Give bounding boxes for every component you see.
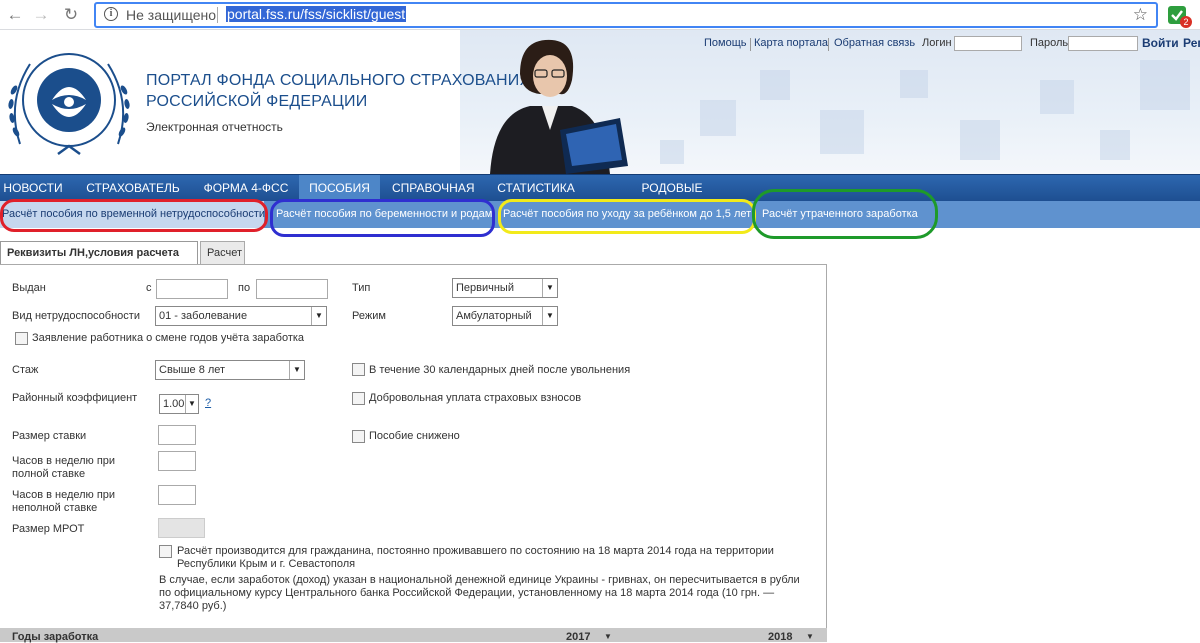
voluntary-checkbox[interactable] (352, 392, 365, 405)
site-header: ПОРТАЛ ФОНДА СОЦИАЛЬНОГО СТРАХОВАНИЯ РОС… (0, 30, 1200, 174)
chevron-down-icon: ▼ (185, 395, 198, 413)
star-bookmark-icon[interactable]: ☆ (1133, 5, 1148, 25)
voluntary-label: Добровольная уплата страховых взносов (369, 392, 582, 404)
portal-title-line1: ПОРТАЛ ФОНДА СОЦИАЛЬНОГО СТРАХОВАНИЯ (146, 72, 532, 89)
chevron-down-icon: ▼ (542, 279, 557, 297)
mrot-field (158, 518, 205, 538)
from-label: с (146, 282, 152, 294)
address-divider (217, 7, 218, 23)
issued-label: Выдан (12, 282, 46, 294)
rate-label: Размер ставки (12, 430, 87, 442)
years-change-label: Заявление работника о смене годов учёта … (32, 332, 305, 344)
disability-select[interactable]: 01 - заболевание ▼ (155, 306, 327, 326)
disability-select-value: 01 - заболевание (159, 310, 248, 322)
extension-badge: 2 (1180, 16, 1192, 28)
date-to-input[interactable] (256, 279, 328, 299)
address-bar[interactable]: i Не защищено portal.fss.ru/fss/sicklist… (94, 2, 1158, 28)
login-label: Логин (922, 37, 952, 49)
date-from-input[interactable] (156, 279, 228, 299)
chevron-down-icon: ▼ (311, 307, 326, 325)
main-nav: НОВОСТИ СТРАХОВАТЕЛЬ ФОРМА 4-ФСС ПОСОБИЯ… (0, 174, 1200, 221)
chevron-down-icon: ▼ (806, 632, 814, 641)
subnav-item-lost-earnings[interactable]: Расчёт утраченного заработка (762, 201, 932, 228)
portal-subtitle: Электронная отчетность (146, 120, 283, 134)
type-label: Тип (352, 282, 371, 294)
to-label: по (238, 282, 251, 294)
hours-full-label: Часов в неделю при полной ставке (12, 455, 116, 480)
mode-select[interactable]: Амбулаторный ▼ (452, 306, 558, 326)
within30-label: В течение 30 календарных дней после увол… (369, 364, 631, 376)
help-question-link[interactable]: ? (205, 397, 211, 409)
chevron-down-icon: ▼ (289, 361, 304, 379)
nav-item-statistics[interactable]: СТАТИСТИКА (494, 175, 578, 201)
reduced-label: Пособие снижено (369, 430, 460, 442)
nav-item-benefits[interactable]: ПОСОБИЯ (299, 175, 380, 201)
password-input[interactable] (1068, 36, 1138, 51)
rate-input[interactable] (158, 425, 196, 445)
sub-nav: Расчёт пособия по временной нетрудоспосо… (0, 201, 1200, 228)
browser-toolbar: ← → ↻ i Не защищено portal.fss.ru/fss/si… (0, 0, 1200, 30)
hours-full-input[interactable] (158, 451, 196, 471)
nav-item-news[interactable]: НОВОСТИ (0, 175, 66, 201)
earnings-years-label: Годы заработка (12, 631, 99, 643)
earnings-years-bar: Годы заработка 2017 ▼ 2018 ▼ (0, 628, 827, 643)
year1-select[interactable]: 2017 (566, 631, 590, 643)
regional-coef-select[interactable]: 1.00 ▼ (159, 394, 199, 414)
year2-select[interactable]: 2018 (768, 631, 792, 643)
mode-select-value: Амбулаторный (456, 310, 532, 322)
extension-shield-icon[interactable]: 2 (1168, 6, 1192, 28)
crimea-label: Расчёт производится для гражданина, пост… (177, 545, 774, 570)
forward-arrow-icon[interactable]: → (30, 4, 52, 26)
register-link[interactable]: Рег (1183, 36, 1200, 50)
hours-part-input[interactable] (158, 485, 196, 505)
password-label: Пароль (1030, 37, 1069, 49)
regional-coef-label: Районный коэффициент (12, 392, 138, 404)
back-arrow-icon[interactable]: ← (4, 4, 26, 26)
reduced-checkbox[interactable] (352, 430, 365, 443)
disability-label: Вид нетрудоспособности (12, 310, 140, 322)
help-link[interactable]: Помощь (704, 37, 747, 49)
within30-checkbox[interactable] (352, 363, 365, 376)
feedback-link[interactable]: Обратная связь (834, 37, 915, 49)
sitemap-link[interactable]: Карта портала (754, 37, 828, 49)
portal-title-line2: РОССИЙСКОЙ ФЕДЕРАЦИИ (146, 93, 368, 110)
years-change-checkbox[interactable] (15, 332, 28, 345)
nav-item-birth-certificates[interactable]: РОДОВЫЕ СЕРТИФИКАТЫ (596, 175, 748, 221)
tab-requisites[interactable]: Реквизиты ЛН,условия расчета (0, 241, 198, 265)
type-select[interactable]: Первичный ▼ (452, 278, 558, 298)
subnav-item-sick-leave[interactable]: Расчёт пособия по временной нетрудоспосо… (0, 201, 265, 228)
regional-coef-value: 1.00 (163, 398, 185, 410)
info-icon[interactable]: i (104, 7, 118, 21)
experience-select[interactable]: Свыше 8 лет ▼ (155, 360, 305, 380)
login-input[interactable] (954, 36, 1022, 51)
nav-item-form-4fss[interactable]: ФОРМА 4-ФСС (196, 175, 296, 201)
experience-label: Стаж (12, 364, 39, 376)
login-button[interactable]: Войти (1142, 36, 1179, 50)
url-text[interactable]: portal.fss.ru/fss/sicklist/guest (226, 6, 407, 22)
mode-label: Режим (352, 310, 386, 322)
tab-calculation[interactable]: Расчет (200, 241, 245, 265)
chevron-down-icon: ▼ (604, 632, 612, 641)
mrot-label: Размер МРОТ (12, 523, 85, 535)
type-select-value: Первичный (456, 282, 514, 294)
reload-icon[interactable]: ↻ (60, 4, 82, 26)
woman-at-laptop-image (490, 39, 628, 174)
nav-item-reference[interactable]: СПРАВОЧНАЯ (390, 175, 475, 201)
nav-item-insurer[interactable]: СТРАХОВАТЕЛЬ (80, 175, 186, 201)
crimea-checkbox[interactable] (159, 545, 172, 558)
fss-logo-icon (8, 53, 130, 156)
subnav-item-maternity[interactable]: Расчёт пособия по беременности и родам (276, 201, 492, 228)
subnav-item-childcare[interactable]: Расчёт пособия по уходу за ребёнком до 1… (503, 201, 751, 228)
security-label: Не защищено (126, 7, 216, 23)
chevron-down-icon: ▼ (542, 307, 557, 325)
hours-part-label: Часов в неделю при неполной ставке (12, 489, 116, 514)
crimea-note: В случае, если заработок (доход) указан … (159, 574, 800, 612)
portal-title: ПОРТАЛ ФОНДА СОЦИАЛЬНОГО СТРАХОВАНИЯ РОС… (146, 70, 531, 112)
experience-select-value: Свыше 8 лет (159, 364, 226, 376)
